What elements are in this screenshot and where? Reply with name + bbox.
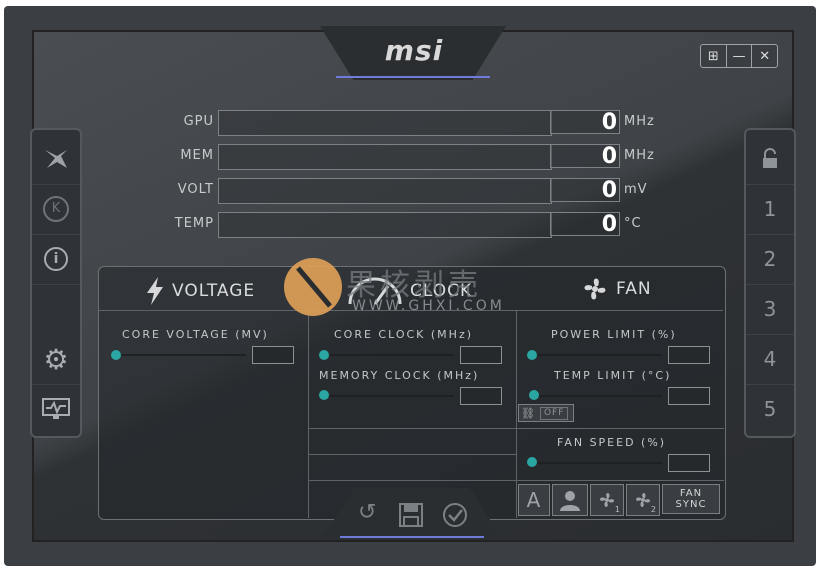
- profile-5-button[interactable]: 5: [746, 384, 794, 434]
- fan-1-sub: 1: [614, 505, 621, 514]
- watermark-logo: [284, 258, 342, 316]
- memory-clock-label: MEMORY CLOCK (MHz): [319, 369, 480, 382]
- readout-unit: °C: [624, 216, 642, 231]
- apply-icon[interactable]: [442, 502, 468, 534]
- profile-1-button[interactable]: 1: [746, 184, 794, 235]
- fan-user-button[interactable]: [552, 484, 588, 516]
- fan-sync-button[interactable]: FAN SYNC: [662, 484, 720, 514]
- readout-unit: MHz: [624, 114, 655, 129]
- save-icon[interactable]: [398, 502, 424, 534]
- core-voltage-input[interactable]: [252, 346, 294, 364]
- temp-limit-input[interactable]: [668, 387, 710, 405]
- voltage-title: VOLTAGE: [172, 281, 256, 301]
- bottom-accent-line: [340, 536, 484, 538]
- divider: [516, 310, 517, 518]
- msi-logo: msi: [384, 34, 444, 67]
- fan-speed-track[interactable]: [532, 462, 662, 464]
- divider: [308, 454, 516, 455]
- monitor-icon[interactable]: [32, 384, 80, 434]
- fan-icon: [584, 278, 606, 300]
- logo-accent-line: [336, 76, 490, 78]
- close-button[interactable]: ✕: [752, 45, 777, 67]
- divider: [516, 480, 724, 481]
- limit-link-toggle[interactable]: ⛓ OFF: [518, 404, 574, 422]
- readout-bar: [218, 144, 552, 170]
- divider: [308, 480, 516, 481]
- divider: [308, 428, 516, 429]
- temp-limit-slider-knob[interactable]: [529, 390, 539, 400]
- profile-3-button[interactable]: 3: [746, 284, 794, 335]
- watermark-url: WWW.GHXI.COM: [352, 298, 505, 314]
- power-limit-label: POWER LIMIT (%): [551, 328, 677, 341]
- core-clock-input[interactable]: [460, 346, 502, 364]
- lightning-icon: [147, 277, 163, 305]
- fan-2-button[interactable]: 2: [626, 484, 660, 516]
- core-clock-track[interactable]: [324, 354, 454, 356]
- fan-header: FAN: [580, 274, 652, 304]
- memory-clock-input[interactable]: [460, 387, 502, 405]
- profile-2-button[interactable]: 2: [746, 234, 794, 285]
- fan-auto-button[interactable]: A: [518, 484, 550, 516]
- lock-icon[interactable]: [746, 134, 794, 185]
- readout-unit: mV: [624, 182, 648, 197]
- power-limit-slider-knob[interactable]: [527, 350, 537, 360]
- readout-label: MEM: [180, 148, 214, 163]
- divider: [308, 310, 309, 518]
- fan-1-button[interactable]: 1: [590, 484, 624, 516]
- core-voltage-label: CORE VOLTAGE (MV): [122, 328, 269, 341]
- divider: [516, 428, 724, 429]
- minimize-button[interactable]: —: [727, 45, 753, 67]
- k-boost-icon[interactable]: K: [32, 184, 80, 235]
- core-clock-slider-knob[interactable]: [319, 350, 329, 360]
- readout-label: TEMP: [174, 216, 214, 231]
- readout-value: 0: [550, 144, 620, 169]
- window-controls: ⊞ — ✕: [700, 44, 778, 68]
- fan-speed-slider-knob[interactable]: [527, 457, 537, 467]
- info-icon[interactable]: i: [32, 234, 80, 285]
- fan-speed-label: FAN SPEED (%): [557, 436, 667, 449]
- voltage-header: VOLTAGE: [144, 276, 255, 306]
- link-icon: ⛓: [521, 406, 536, 420]
- fan-2-sub: 2: [650, 505, 657, 514]
- readout-value: 0: [550, 178, 620, 203]
- left-sidebar: K i ⚙: [30, 128, 82, 438]
- dragon-icon[interactable]: [32, 134, 80, 185]
- readout-label: GPU: [183, 114, 214, 129]
- readout-bar: [218, 110, 552, 136]
- gear-icon[interactable]: ⚙: [32, 334, 80, 385]
- profile-4-button[interactable]: 4: [746, 334, 794, 385]
- fan-title: FAN: [616, 279, 652, 299]
- power-limit-input[interactable]: [668, 346, 710, 364]
- core-voltage-slider-knob[interactable]: [111, 350, 121, 360]
- user-icon: [560, 491, 580, 511]
- temp-limit-track[interactable]: [534, 395, 662, 397]
- reset-icon[interactable]: ↺: [358, 500, 376, 525]
- readout-value: 0: [550, 212, 620, 237]
- readout-bar: [218, 178, 552, 204]
- memory-clock-track[interactable]: [324, 395, 454, 397]
- fan-speed-input[interactable]: [668, 454, 710, 472]
- core-voltage-track[interactable]: [116, 354, 246, 356]
- core-clock-label: CORE CLOCK (MHz): [334, 328, 474, 341]
- readout-unit: MHz: [624, 148, 655, 163]
- temp-limit-label: TEMP LIMIT (°C): [554, 369, 672, 382]
- right-sidebar: 1 2 3 4 5: [744, 128, 796, 438]
- windows-icon[interactable]: ⊞: [701, 45, 727, 67]
- readout-bar: [218, 212, 552, 238]
- power-limit-track[interactable]: [532, 354, 662, 356]
- empty-slot: [32, 284, 80, 334]
- memory-clock-slider-knob[interactable]: [319, 390, 329, 400]
- link-toggle-state: OFF: [539, 406, 569, 420]
- readout-label: VOLT: [177, 182, 214, 197]
- readout-value: 0: [550, 110, 620, 135]
